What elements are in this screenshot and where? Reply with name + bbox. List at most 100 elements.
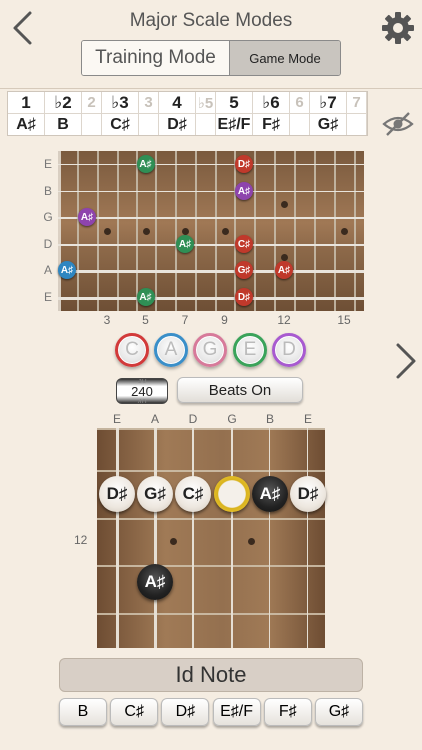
string-label: E <box>43 290 52 304</box>
scale-column: 7 <box>347 92 367 135</box>
answer-button[interactable]: F♯ <box>263 698 312 726</box>
answer-button[interactable]: G♯ <box>314 698 363 726</box>
answer-button[interactable]: B <box>59 698 107 726</box>
fretboard-note[interactable]: A♯ <box>78 208 96 226</box>
scale-note <box>139 114 158 135</box>
gear-icon[interactable] <box>380 10 416 46</box>
fret-inlay <box>281 201 288 208</box>
fret-wire <box>97 565 325 567</box>
scale-degree: 3 <box>139 92 158 114</box>
horizontal-fretboard[interactable]: A♯ D♯ A♯ A♯ A♯ C♯ A♯ G♯ A♯ A♯ D♯ <box>58 151 364 311</box>
training-mode-tab[interactable]: Training Mode <box>82 41 230 75</box>
scale-note <box>347 114 366 135</box>
fret-inlay <box>221 228 229 235</box>
fretboard-note[interactable] <box>214 476 250 512</box>
scale-note: G♯ <box>317 115 339 133</box>
fretboard-note[interactable]: D♯ <box>235 288 253 306</box>
scale-note <box>290 114 309 135</box>
scale-note <box>82 114 101 135</box>
fret-wire <box>155 151 157 311</box>
tempo-picker[interactable]: 30 240 40 <box>116 378 168 404</box>
fretboard-note[interactable]: A♯ <box>136 155 155 173</box>
answer-button[interactable]: E♯/F <box>212 698 261 726</box>
fretboard-note[interactable]: A♯ <box>235 182 253 200</box>
vertical-fretboard[interactable]: D♯ G♯ C♯ A♯ D♯ A♯ <box>97 428 326 648</box>
header-divider <box>0 88 422 89</box>
scale-degree: 2 <box>82 92 101 114</box>
caged-shape-c[interactable]: C <box>115 333 149 367</box>
guitar-string <box>231 428 233 648</box>
fretboard-note[interactable]: A♯ <box>58 261 76 279</box>
fretboard-note[interactable]: D♯ <box>99 476 135 512</box>
fretboard-note[interactable]: A♯ <box>252 476 288 512</box>
fret-inlay <box>248 538 255 545</box>
chevron-right-icon[interactable] <box>394 342 418 380</box>
fretboard-note[interactable]: G♯ <box>235 261 253 279</box>
scale-column: ♭2 B <box>45 92 82 135</box>
scale-note <box>196 114 215 135</box>
scale-column: ♭6 F♯ <box>253 92 290 135</box>
fret-number: 3 <box>103 313 111 327</box>
fretboard-note[interactable]: C♯ <box>175 476 211 512</box>
fretboard-note[interactable]: D♯ <box>235 155 253 173</box>
scale-degree: 5 <box>216 92 252 114</box>
scale-column: ♭5 <box>196 92 216 135</box>
scale-degree: 4 <box>159 92 195 114</box>
beats-toggle-button[interactable]: Beats On <box>177 377 303 403</box>
caged-shape-e[interactable]: E <box>233 333 267 367</box>
scale-note: C♯ <box>110 115 130 133</box>
fret-wire <box>136 151 138 311</box>
string-label: D <box>43 237 53 251</box>
string-label: G <box>227 412 237 426</box>
caged-shape-a[interactable]: A <box>154 333 188 367</box>
guitar-string <box>58 297 364 300</box>
scale-column: 4 D♯ <box>159 92 196 135</box>
scale-degree: 7 <box>347 92 366 114</box>
answer-button[interactable]: C♯ <box>110 698 159 726</box>
guitar-string <box>58 244 364 246</box>
scale-note: D♯ <box>167 115 187 133</box>
page-title: Major Scale Modes <box>129 10 293 31</box>
scale-degree: ♭6 <box>253 92 289 114</box>
eye-off-icon[interactable] <box>382 110 414 138</box>
scale-note: E♯/F <box>217 115 251 133</box>
guitar-string <box>58 217 364 219</box>
fretboard-note[interactable]: A♯ <box>137 564 173 600</box>
mode-toggle: Training Mode Game Mode <box>81 40 341 76</box>
guitar-string <box>307 428 308 648</box>
fret-wire <box>215 151 217 311</box>
id-note-prompt: Id Note <box>59 658 363 692</box>
caged-shape-g[interactable]: G <box>193 333 227 367</box>
scale-degree: ♭7 <box>310 92 346 114</box>
fretboard-note[interactable]: G♯ <box>137 476 173 512</box>
fretboard-note[interactable]: A♯ <box>136 288 155 306</box>
fret-inlay <box>281 254 288 261</box>
caged-shape-d[interactable]: D <box>272 333 306 367</box>
fret-number: 15 <box>337 313 351 327</box>
fret-wire <box>274 151 276 311</box>
fret-number: 5 <box>142 313 149 327</box>
guitar-string <box>58 191 364 192</box>
scale-degree: ♭3 <box>102 92 138 114</box>
scale-degree: 6 <box>290 92 309 114</box>
fret-wire <box>294 151 296 311</box>
scale-degree: 1 <box>8 92 44 114</box>
fret-wire <box>314 151 316 311</box>
guitar-string <box>269 428 270 648</box>
answer-button[interactable]: D♯ <box>161 698 210 726</box>
game-mode-tab[interactable]: Game Mode <box>230 41 340 75</box>
answer-buttons: B C♯ D♯ E♯/F F♯ G♯ <box>59 698 363 728</box>
string-label: A <box>43 263 52 277</box>
scale-note: F♯ <box>262 115 280 133</box>
scale-note: A♯ <box>16 115 36 133</box>
string-label: B <box>265 412 274 426</box>
fretboard-note[interactable]: D♯ <box>290 476 326 512</box>
scale-column: 5 E♯/F <box>216 92 253 135</box>
fretboard-note[interactable]: C♯ <box>235 235 253 253</box>
fretboard-note[interactable]: A♯ <box>275 261 293 279</box>
guitar-string <box>58 164 364 165</box>
fret-wire <box>97 518 325 520</box>
scale-degree: ♭5 <box>196 92 215 114</box>
fretboard-note[interactable]: A♯ <box>176 235 194 253</box>
fret-wire <box>195 151 197 311</box>
